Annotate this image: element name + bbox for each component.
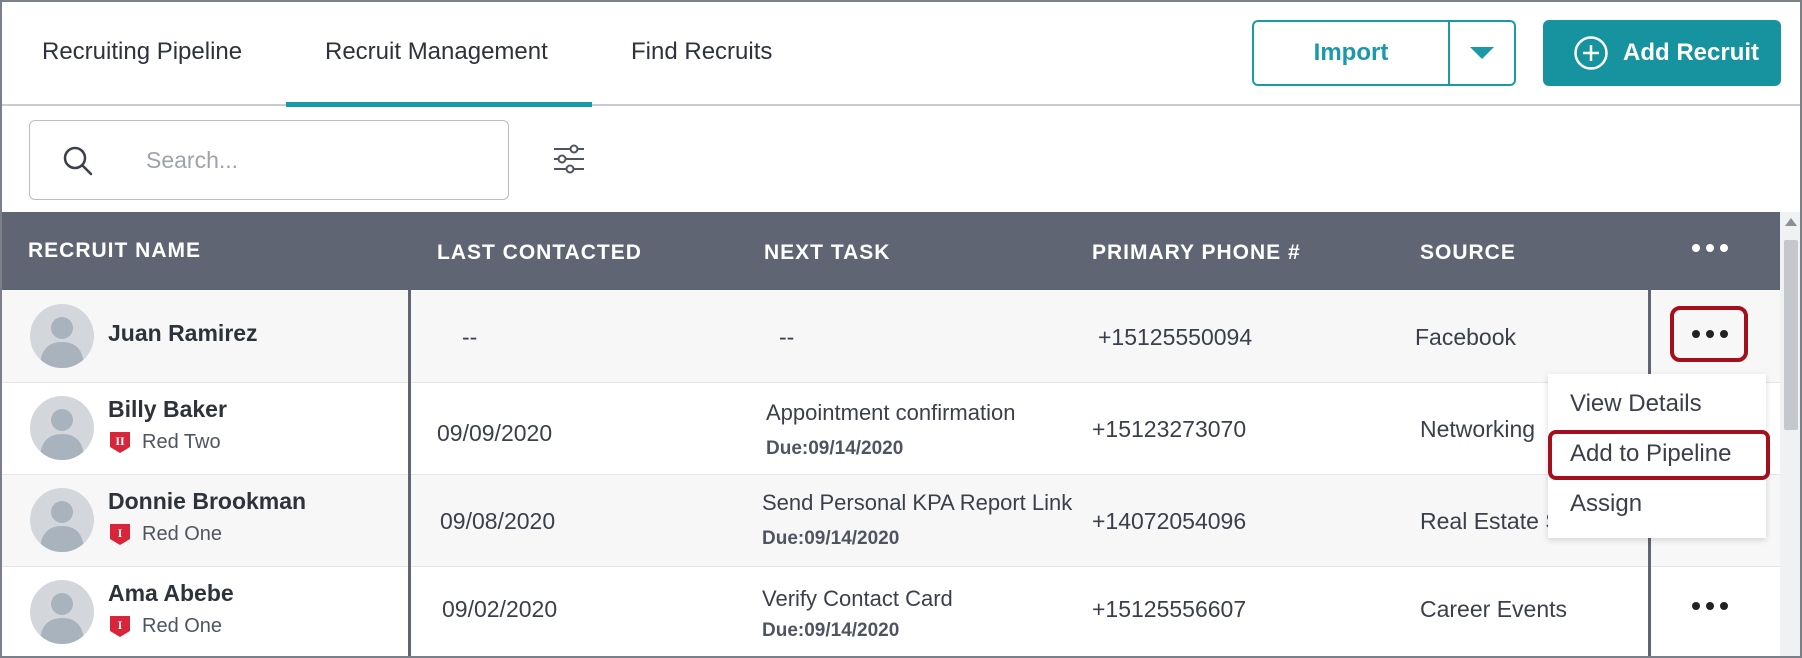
svg-text:I: I xyxy=(118,618,123,632)
source: Networking xyxy=(1420,416,1536,442)
source: Facebook xyxy=(1415,324,1517,350)
search-icon xyxy=(63,146,93,176)
source: Real Estate S xyxy=(1420,508,1561,534)
add-recruit-button[interactable]: Add Recruit xyxy=(1543,20,1781,86)
team-label: II Red Two xyxy=(108,430,221,454)
avatar xyxy=(30,488,94,552)
import-dropdown-button[interactable] xyxy=(1450,22,1514,84)
tab-recruit-management[interactable]: Recruit Management xyxy=(325,38,548,66)
person-icon xyxy=(40,317,84,368)
app-window: Recruiting Pipeline Recruit Management F… xyxy=(0,0,1802,658)
person-icon xyxy=(40,409,84,460)
primary-phone: +14072054096 xyxy=(1092,508,1247,534)
primary-phone: +15123273070 xyxy=(1092,416,1247,442)
column-options-button[interactable] xyxy=(1692,244,1728,252)
scroll-up-arrow-icon[interactable] xyxy=(1785,218,1797,226)
primary-phone: +15125550094 xyxy=(1098,324,1253,350)
team-label: I Red One xyxy=(108,522,222,546)
team-name: Red One xyxy=(142,522,223,545)
recruit-name[interactable]: Donnie Brookman xyxy=(108,488,306,515)
chevron-down-icon xyxy=(1470,47,1494,59)
svg-text:II: II xyxy=(115,434,125,448)
menu-item-highlight xyxy=(1548,430,1770,480)
menu-item-view-details[interactable]: View Details xyxy=(1570,390,1702,418)
table-row[interactable]: Ama Abebe I Red One 09/02/2020 Verify Co… xyxy=(2,566,1780,656)
row-actions-button[interactable] xyxy=(1692,602,1728,610)
header-source[interactable]: SOURCE xyxy=(1420,241,1516,265)
table-row[interactable]: Donnie Brookman I Red One 09/08/2020 Sen… xyxy=(2,474,1780,566)
row-divider xyxy=(2,474,1780,475)
last-contacted: -- xyxy=(462,324,478,350)
next-task[interactable]: Appointment confirmation xyxy=(766,400,1015,426)
avatar xyxy=(30,396,94,460)
last-contacted: 09/02/2020 xyxy=(442,596,558,622)
top-nav: Recruiting Pipeline Recruit Management F… xyxy=(2,2,1800,107)
next-task: -- xyxy=(779,324,795,350)
more-horizontal-icon xyxy=(1692,244,1728,252)
filter-sliders-icon[interactable] xyxy=(550,140,588,178)
task-due-date: Due:09/14/2020 xyxy=(762,620,900,641)
team-badge-icon: I xyxy=(110,524,130,545)
team-label: I Red One xyxy=(108,614,222,638)
header-next-task[interactable]: NEXT TASK xyxy=(764,241,890,265)
more-horizontal-icon xyxy=(1692,602,1728,610)
row-divider xyxy=(2,382,1780,383)
vertical-scrollbar[interactable] xyxy=(1780,212,1800,656)
task-due-date: Due:09/14/2020 xyxy=(762,528,900,549)
team-name: Red One xyxy=(142,614,223,637)
header-primary-phone[interactable]: PRIMARY PHONE # xyxy=(1092,241,1301,265)
recruit-name[interactable]: Billy Baker xyxy=(108,396,227,423)
add-recruit-label: Add Recruit xyxy=(1623,39,1760,66)
scrollbar-thumb[interactable] xyxy=(1784,240,1798,430)
primary-phone: +15125556607 xyxy=(1092,596,1247,622)
avatar xyxy=(30,580,94,644)
svg-text:I: I xyxy=(118,526,123,540)
row-divider xyxy=(2,566,1780,567)
source: Career Events xyxy=(1420,596,1568,622)
team-badge-icon: I xyxy=(110,616,130,637)
plus-circle-icon xyxy=(1574,36,1608,70)
row-actions-highlight xyxy=(1670,306,1748,362)
person-icon xyxy=(40,593,84,644)
search-input[interactable] xyxy=(146,141,486,179)
tab-recruiting-pipeline[interactable]: Recruiting Pipeline xyxy=(42,38,242,66)
table-row[interactable]: Billy Baker II Red Two 09/09/2020 Appoin… xyxy=(2,382,1780,474)
header-last-contacted[interactable]: LAST CONTACTED xyxy=(437,241,642,265)
avatar xyxy=(30,304,94,368)
table-header: RECRUIT NAME LAST CONTACTED NEXT TASK PR… xyxy=(2,212,1780,290)
recruit-name[interactable]: Juan Ramirez xyxy=(108,320,258,347)
active-tab-indicator xyxy=(286,102,592,107)
recruit-name[interactable]: Ama Abebe xyxy=(108,580,234,607)
next-task[interactable]: Send Personal KPA Report Link xyxy=(762,490,1072,516)
table-row[interactable]: Juan Ramirez -- -- +15125550094 Facebook xyxy=(2,290,1780,382)
import-button[interactable]: Import xyxy=(1254,22,1450,84)
import-split-button: Import xyxy=(1252,20,1516,86)
search-box xyxy=(29,120,509,200)
menu-item-assign[interactable]: Assign xyxy=(1570,490,1642,518)
header-recruit-name[interactable]: RECRUIT NAME xyxy=(28,239,201,263)
tab-find-recruits[interactable]: Find Recruits xyxy=(631,38,772,66)
task-due-date: Due:09/14/2020 xyxy=(766,438,904,459)
team-badge-icon: II xyxy=(110,432,130,453)
last-contacted: 09/08/2020 xyxy=(440,508,556,534)
next-task[interactable]: Verify Contact Card xyxy=(762,586,953,612)
team-name: Red Two xyxy=(142,430,221,453)
last-contacted: 09/09/2020 xyxy=(437,420,553,446)
column-divider xyxy=(408,212,411,656)
person-icon xyxy=(40,501,84,552)
